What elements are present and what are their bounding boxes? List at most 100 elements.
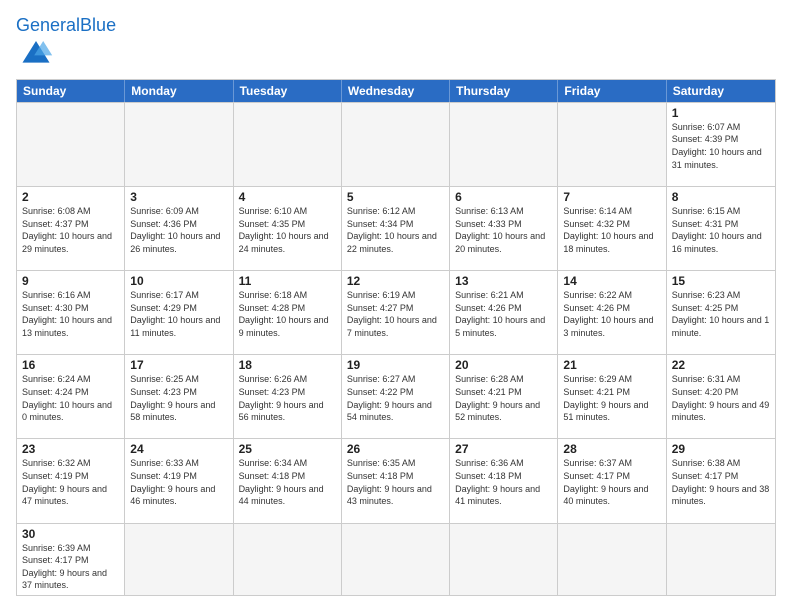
day-number: 12 xyxy=(347,274,444,288)
cal-cell-0-1 xyxy=(125,103,233,186)
day-number: 17 xyxy=(130,358,227,372)
cal-cell-3-3: 19Sunrise: 6:27 AM Sunset: 4:22 PM Dayli… xyxy=(342,355,450,438)
cell-info: Sunrise: 6:38 AM Sunset: 4:17 PM Dayligh… xyxy=(672,457,770,507)
cal-cell-2-6: 15Sunrise: 6:23 AM Sunset: 4:25 PM Dayli… xyxy=(667,271,775,354)
cell-info: Sunrise: 6:19 AM Sunset: 4:27 PM Dayligh… xyxy=(347,289,444,339)
header-friday: Friday xyxy=(558,80,666,102)
calendar-row-4: 23Sunrise: 6:32 AM Sunset: 4:19 PM Dayli… xyxy=(17,438,775,522)
day-number: 20 xyxy=(455,358,552,372)
cell-info: Sunrise: 6:07 AM Sunset: 4:39 PM Dayligh… xyxy=(672,121,770,171)
cell-info: Sunrise: 6:34 AM Sunset: 4:18 PM Dayligh… xyxy=(239,457,336,507)
cal-cell-4-1: 24Sunrise: 6:33 AM Sunset: 4:19 PM Dayli… xyxy=(125,439,233,522)
cell-info: Sunrise: 6:28 AM Sunset: 4:21 PM Dayligh… xyxy=(455,373,552,423)
cell-info: Sunrise: 6:14 AM Sunset: 4:32 PM Dayligh… xyxy=(563,205,660,255)
day-number: 3 xyxy=(130,190,227,204)
day-number: 30 xyxy=(22,527,119,541)
cell-info: Sunrise: 6:25 AM Sunset: 4:23 PM Dayligh… xyxy=(130,373,227,423)
cal-cell-4-0: 23Sunrise: 6:32 AM Sunset: 4:19 PM Dayli… xyxy=(17,439,125,522)
calendar-row-3: 16Sunrise: 6:24 AM Sunset: 4:24 PM Dayli… xyxy=(17,354,775,438)
logo: GeneralBlue xyxy=(16,16,116,69)
cell-info: Sunrise: 6:33 AM Sunset: 4:19 PM Dayligh… xyxy=(130,457,227,507)
cell-info: Sunrise: 6:13 AM Sunset: 4:33 PM Dayligh… xyxy=(455,205,552,255)
day-number: 4 xyxy=(239,190,336,204)
calendar-row-5: 30Sunrise: 6:39 AM Sunset: 4:17 PM Dayli… xyxy=(17,523,775,595)
day-number: 15 xyxy=(672,274,770,288)
cal-cell-0-0 xyxy=(17,103,125,186)
cal-cell-1-6: 8Sunrise: 6:15 AM Sunset: 4:31 PM Daylig… xyxy=(667,187,775,270)
cal-cell-2-5: 14Sunrise: 6:22 AM Sunset: 4:26 PM Dayli… xyxy=(558,271,666,354)
day-number: 24 xyxy=(130,442,227,456)
header-monday: Monday xyxy=(125,80,233,102)
day-number: 29 xyxy=(672,442,770,456)
cell-info: Sunrise: 6:18 AM Sunset: 4:28 PM Dayligh… xyxy=(239,289,336,339)
calendar-row-0: 1Sunrise: 6:07 AM Sunset: 4:39 PM Daylig… xyxy=(17,102,775,186)
cell-info: Sunrise: 6:27 AM Sunset: 4:22 PM Dayligh… xyxy=(347,373,444,423)
cal-cell-5-5 xyxy=(558,524,666,595)
header-thursday: Thursday xyxy=(450,80,558,102)
day-number: 2 xyxy=(22,190,119,204)
cal-cell-1-1: 3Sunrise: 6:09 AM Sunset: 4:36 PM Daylig… xyxy=(125,187,233,270)
day-number: 22 xyxy=(672,358,770,372)
cell-info: Sunrise: 6:09 AM Sunset: 4:36 PM Dayligh… xyxy=(130,205,227,255)
cal-cell-0-3 xyxy=(342,103,450,186)
cal-cell-2-3: 12Sunrise: 6:19 AM Sunset: 4:27 PM Dayli… xyxy=(342,271,450,354)
cal-cell-1-2: 4Sunrise: 6:10 AM Sunset: 4:35 PM Daylig… xyxy=(234,187,342,270)
cell-info: Sunrise: 6:16 AM Sunset: 4:30 PM Dayligh… xyxy=(22,289,119,339)
day-number: 7 xyxy=(563,190,660,204)
cal-cell-3-0: 16Sunrise: 6:24 AM Sunset: 4:24 PM Dayli… xyxy=(17,355,125,438)
day-number: 26 xyxy=(347,442,444,456)
cal-cell-2-2: 11Sunrise: 6:18 AM Sunset: 4:28 PM Dayli… xyxy=(234,271,342,354)
header-saturday: Saturday xyxy=(667,80,775,102)
day-number: 25 xyxy=(239,442,336,456)
day-number: 18 xyxy=(239,358,336,372)
cell-info: Sunrise: 6:08 AM Sunset: 4:37 PM Dayligh… xyxy=(22,205,119,255)
cal-cell-2-0: 9Sunrise: 6:16 AM Sunset: 4:30 PM Daylig… xyxy=(17,271,125,354)
cal-cell-4-4: 27Sunrise: 6:36 AM Sunset: 4:18 PM Dayli… xyxy=(450,439,558,522)
header-sunday: Sunday xyxy=(17,80,125,102)
cal-cell-1-5: 7Sunrise: 6:14 AM Sunset: 4:32 PM Daylig… xyxy=(558,187,666,270)
day-number: 16 xyxy=(22,358,119,372)
logo-general: General xyxy=(16,15,80,35)
cell-info: Sunrise: 6:17 AM Sunset: 4:29 PM Dayligh… xyxy=(130,289,227,339)
cal-cell-5-2 xyxy=(234,524,342,595)
cal-cell-3-4: 20Sunrise: 6:28 AM Sunset: 4:21 PM Dayli… xyxy=(450,355,558,438)
day-number: 8 xyxy=(672,190,770,204)
cell-info: Sunrise: 6:22 AM Sunset: 4:26 PM Dayligh… xyxy=(563,289,660,339)
calendar-row-1: 2Sunrise: 6:08 AM Sunset: 4:37 PM Daylig… xyxy=(17,186,775,270)
logo-blue: Blue xyxy=(80,15,116,35)
cal-cell-1-4: 6Sunrise: 6:13 AM Sunset: 4:33 PM Daylig… xyxy=(450,187,558,270)
cal-cell-2-1: 10Sunrise: 6:17 AM Sunset: 4:29 PM Dayli… xyxy=(125,271,233,354)
cal-cell-0-2 xyxy=(234,103,342,186)
day-number: 1 xyxy=(672,106,770,120)
cell-info: Sunrise: 6:37 AM Sunset: 4:17 PM Dayligh… xyxy=(563,457,660,507)
cell-info: Sunrise: 6:15 AM Sunset: 4:31 PM Dayligh… xyxy=(672,205,770,255)
cal-cell-0-6: 1Sunrise: 6:07 AM Sunset: 4:39 PM Daylig… xyxy=(667,103,775,186)
cal-cell-1-3: 5Sunrise: 6:12 AM Sunset: 4:34 PM Daylig… xyxy=(342,187,450,270)
calendar-header: Sunday Monday Tuesday Wednesday Thursday… xyxy=(17,80,775,102)
cell-info: Sunrise: 6:23 AM Sunset: 4:25 PM Dayligh… xyxy=(672,289,770,339)
cal-cell-3-5: 21Sunrise: 6:29 AM Sunset: 4:21 PM Dayli… xyxy=(558,355,666,438)
cell-info: Sunrise: 6:21 AM Sunset: 4:26 PM Dayligh… xyxy=(455,289,552,339)
day-number: 5 xyxy=(347,190,444,204)
cell-info: Sunrise: 6:29 AM Sunset: 4:21 PM Dayligh… xyxy=(563,373,660,423)
cal-cell-1-0: 2Sunrise: 6:08 AM Sunset: 4:37 PM Daylig… xyxy=(17,187,125,270)
cell-info: Sunrise: 6:10 AM Sunset: 4:35 PM Dayligh… xyxy=(239,205,336,255)
day-number: 13 xyxy=(455,274,552,288)
day-number: 9 xyxy=(22,274,119,288)
cell-info: Sunrise: 6:35 AM Sunset: 4:18 PM Dayligh… xyxy=(347,457,444,507)
day-number: 27 xyxy=(455,442,552,456)
page: GeneralBlue Sunday Monday Tuesday Wednes… xyxy=(0,0,792,612)
header-tuesday: Tuesday xyxy=(234,80,342,102)
logo-icon xyxy=(18,36,54,64)
logo-text: GeneralBlue xyxy=(16,16,116,36)
header-wednesday: Wednesday xyxy=(342,80,450,102)
header: GeneralBlue xyxy=(16,16,776,69)
cal-cell-3-2: 18Sunrise: 6:26 AM Sunset: 4:23 PM Dayli… xyxy=(234,355,342,438)
cal-cell-3-1: 17Sunrise: 6:25 AM Sunset: 4:23 PM Dayli… xyxy=(125,355,233,438)
day-number: 28 xyxy=(563,442,660,456)
cell-info: Sunrise: 6:26 AM Sunset: 4:23 PM Dayligh… xyxy=(239,373,336,423)
cal-cell-4-3: 26Sunrise: 6:35 AM Sunset: 4:18 PM Dayli… xyxy=(342,439,450,522)
cell-info: Sunrise: 6:31 AM Sunset: 4:20 PM Dayligh… xyxy=(672,373,770,423)
cal-cell-0-4 xyxy=(450,103,558,186)
day-number: 10 xyxy=(130,274,227,288)
